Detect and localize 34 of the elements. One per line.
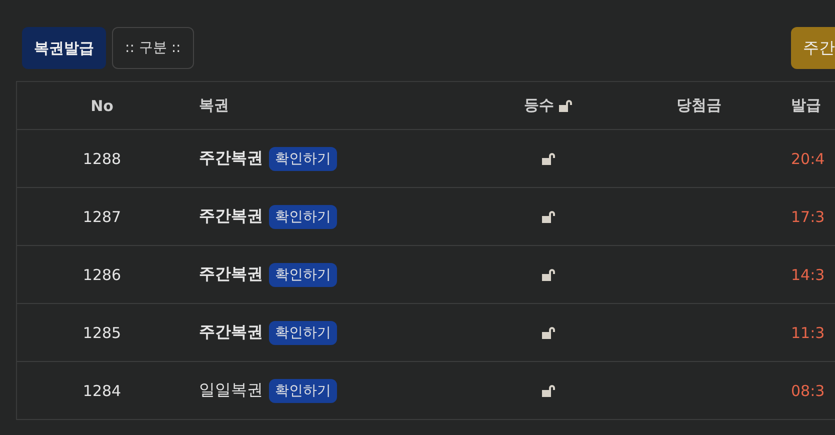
check-button[interactable]: 확인하기 xyxy=(269,204,337,228)
issue-time: 20:4 xyxy=(790,150,825,168)
issue-time: 08:3 xyxy=(790,382,825,400)
check-button[interactable]: 확인하기 xyxy=(269,146,337,170)
check-button[interactable]: 확인하기 xyxy=(269,378,337,402)
table-cell-text: 1285 xyxy=(82,324,122,342)
unlock-icon xyxy=(541,152,557,166)
lottery-name: 일일복권 xyxy=(199,380,263,401)
issue-time: 17:3 xyxy=(790,208,825,226)
issue-time: 11:3 xyxy=(790,324,825,342)
issue-button[interactable]: 복권발급 xyxy=(22,27,106,69)
unlock-icon xyxy=(541,326,557,340)
table-cell-text: 1286 xyxy=(82,266,122,284)
lottery-name: 주간복권 xyxy=(199,322,263,343)
category-select[interactable]: :: 구분 :: xyxy=(112,27,194,69)
weekly-button[interactable]: 주간 xyxy=(791,27,835,69)
issue-time: 14:3 xyxy=(790,266,825,284)
table-cell-text: 1284 xyxy=(82,382,122,400)
unlock-icon xyxy=(541,384,557,398)
check-button[interactable]: 확인하기 xyxy=(269,320,337,344)
unlock-icon xyxy=(558,98,574,112)
table-cell-text: 1287 xyxy=(82,208,122,226)
column-header: No xyxy=(90,96,114,114)
column-header: 등수 xyxy=(524,96,554,115)
check-button[interactable]: 확인하기 xyxy=(269,262,337,286)
lottery-name: 주간복권 xyxy=(199,264,263,285)
unlock-icon xyxy=(541,268,557,282)
unlock-icon xyxy=(541,210,557,224)
lottery-name: 주간복권 xyxy=(199,148,263,169)
column-header: 발급 xyxy=(790,96,821,115)
column-header: 당첨금 xyxy=(676,96,722,115)
column-header: 복권 xyxy=(198,96,230,115)
lottery-name: 주간복권 xyxy=(199,206,263,227)
table-cell-text: 1288 xyxy=(82,150,122,168)
